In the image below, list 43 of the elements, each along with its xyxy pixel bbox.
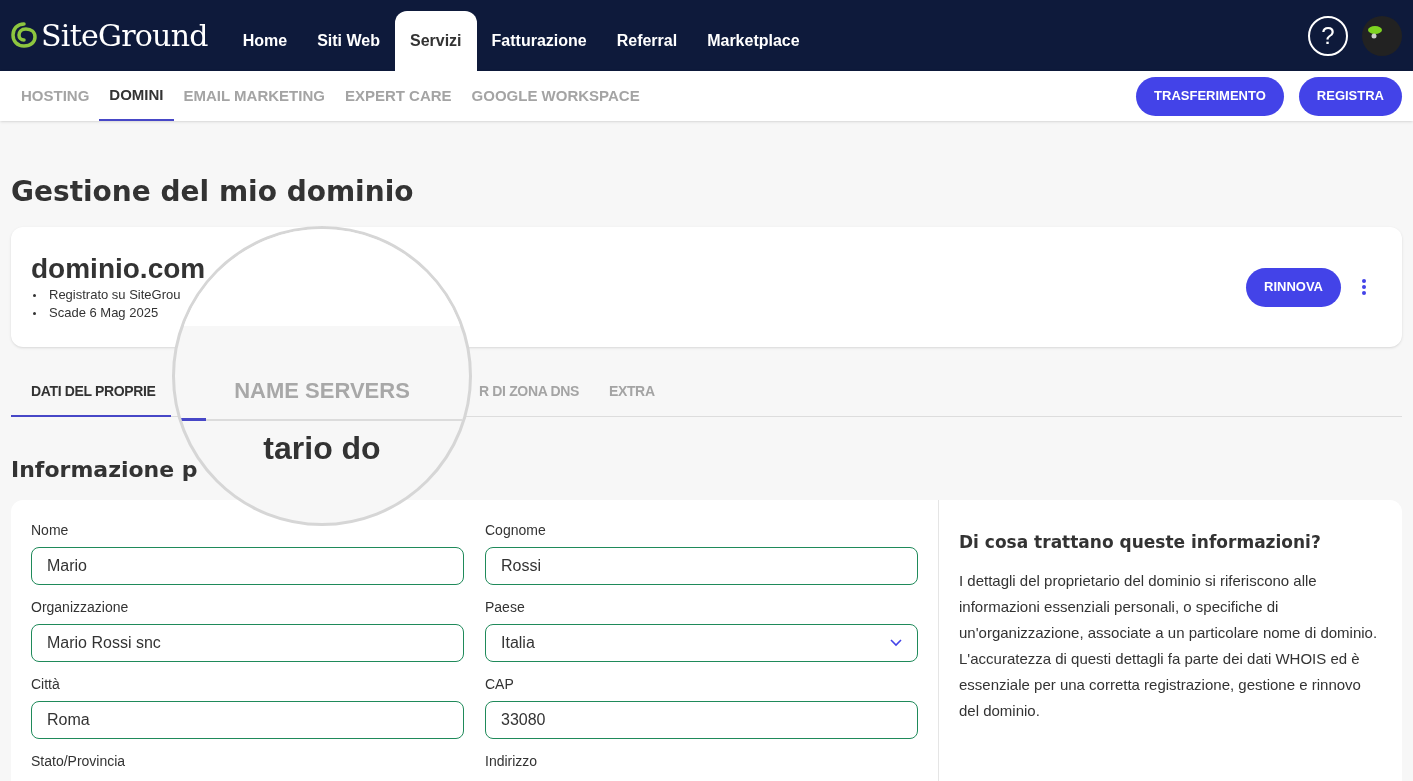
section-heading: Informazione p [11,456,199,484]
nav-tab[interactable]: Siti Web [302,11,395,71]
field-label: Organizzazione [31,598,130,617]
info-title: Di cosa trattano queste informazioni? [959,531,1322,554]
domain-detail: Scade 6 Mag 2025 [49,304,159,322]
page-title: Gestione del mio dominio [11,174,415,210]
nav-tab[interactable]: Fatturazione [476,11,602,71]
domain-name: dominio.com [31,252,206,286]
logo-icon [11,20,37,51]
input-field[interactable]: Mario [31,547,464,585]
nav-tab[interactable]: Marketplace [692,11,815,71]
nav-tab[interactable]: Servizi [394,11,477,71]
field-label: Paese [485,598,526,617]
field-label: Nome [31,521,70,540]
logo-wordmark: SiteGround [41,17,208,55]
chevron-down-icon [890,639,902,647]
service-tab[interactable]: DOMINI [99,71,174,121]
country-select[interactable]: Italia [485,624,918,662]
help-button[interactable]: ? [1308,15,1348,56]
avatar[interactable] [1362,15,1402,56]
action-button[interactable]: TRASFERIMENTO [1136,76,1284,116]
field-label: Indirizzo [485,752,539,771]
input-field[interactable]: 33080 [485,701,918,739]
bullet-icon [33,311,36,315]
magnified-tab-label: NAME SERVERS [234,377,410,405]
magnified-heading: tario do [263,429,381,467]
nav-tab[interactable]: Home [227,11,303,71]
field-label: Stato/Provincia [31,752,127,771]
nav-tab[interactable]: Referral [601,11,693,71]
info-text: I dettagli del proprietario del dominio si riferiscono alle informazioni essenziali personali, o specifiche di un'organizzazione, associate a un particolare nome di dominio. L'accuratezza di questi dettagli fa parte dei dati WHOIS ed è essenziale per una corretta registrazione, gestione e rinnovo del dominio. [959,570,1379,721]
action-button[interactable]: REGISTRA [1298,76,1402,116]
field-label: Città [31,675,61,694]
bullet-icon [33,293,36,297]
magnified-tab-underline [181,418,206,421]
field-label: CAP [485,675,515,694]
domain-detail: Registrato su SiteGrou [49,286,181,304]
input-field[interactable]: Mario Rossi snc [31,624,464,662]
field-label: Cognome [485,521,547,540]
domain-tab[interactable]: DATI DEL PROPRIE [11,373,171,417]
input-field[interactable]: Roma [31,701,464,739]
more-icon[interactable] [1361,278,1367,296]
input-field[interactable]: Rossi [485,547,918,585]
renew-button[interactable]: RINNOVA [1246,267,1341,307]
